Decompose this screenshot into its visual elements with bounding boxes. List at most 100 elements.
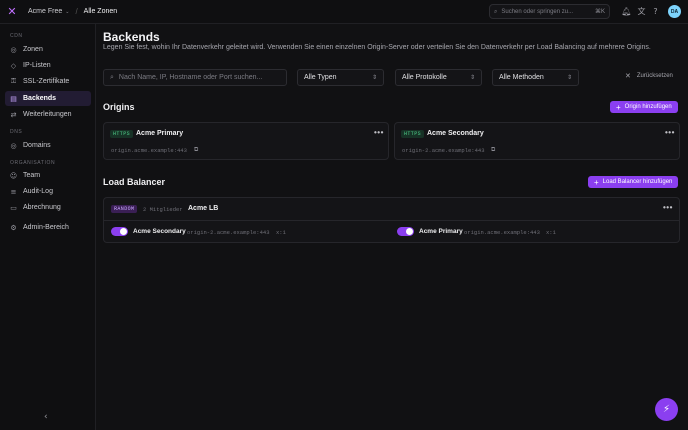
more-options-icon[interactable]: •••	[374, 128, 384, 137]
member-toggle[interactable]	[111, 227, 128, 236]
protocol-badge: HTTPS	[110, 130, 134, 138]
origins-heading: Origins	[103, 102, 135, 112]
sidebar-item-domains[interactable]: ◎ Domains	[5, 138, 91, 153]
reset-filters-button[interactable]: ✕ Zurücksetzen	[625, 72, 673, 80]
protocol-select-value: Alle Protokolle	[402, 74, 447, 81]
sidebar-item-label: Domains	[23, 142, 51, 149]
member-name: Acme Secondary	[133, 228, 186, 235]
copy-icon[interactable]: ⧉	[491, 146, 495, 154]
logo-icon[interactable]: ✕	[0, 0, 24, 24]
load-balancer-heading: Load Balancer	[103, 177, 166, 187]
method-badge: RANDOM	[111, 205, 138, 213]
sidebar-item-label: Audit-Log	[23, 188, 53, 195]
plus-icon: +	[616, 102, 621, 112]
search-input-placeholder: Nach Name, IP, Hostname oder Port suchen…	[118, 74, 263, 81]
search-icon: ⌕	[110, 73, 114, 81]
plus-icon: +	[594, 177, 599, 187]
sidebar-item-label: Team	[23, 172, 41, 179]
origin-card[interactable]: HTTPS Acme Secondary ••• origin-2.acme.e…	[394, 122, 680, 160]
sidebar-item-admin[interactable]: ⚙ Admin-Bereich	[5, 220, 91, 235]
bell-icon[interactable]: 🔔︎	[621, 6, 632, 17]
sidebar-item-label: Weiterleitungen	[23, 111, 72, 118]
avatar[interactable]: DA	[668, 5, 681, 18]
chevron-updown-icon: ⇕	[371, 74, 377, 81]
member-weight: x:1	[276, 229, 286, 236]
divider	[104, 220, 679, 221]
chevron-down-icon: ⌄	[65, 8, 70, 15]
method-select-value: Alle Methoden	[499, 74, 544, 81]
method-select[interactable]: Alle Methoden ⇕	[492, 69, 579, 86]
add-load-balancer-label: Load Balancer hinzufügen	[602, 179, 673, 185]
page-title: Backends	[103, 30, 160, 44]
page-description: Legen Sie fest, wohin Ihr Datenverkehr g…	[103, 44, 651, 51]
member-count: 2 Mitglieder	[143, 206, 183, 213]
add-origin-label: Origin hinzufügen	[624, 104, 672, 110]
chevron-updown-icon: ⇕	[469, 74, 475, 81]
translate-icon[interactable]: 文	[636, 6, 647, 17]
search-shortcut: ⌘K	[594, 9, 605, 15]
sidebar-item-zonen[interactable]: ◎ Zonen	[5, 42, 91, 57]
member-weight: x:1	[546, 229, 556, 236]
close-icon: ✕	[625, 72, 631, 80]
global-search-placeholder: Suchen oder springen zu...	[501, 8, 574, 15]
member-address: origin-2.acme.example:443	[187, 229, 270, 236]
shield-icon: ◇	[10, 61, 17, 70]
member-name: Acme Primary	[419, 228, 463, 235]
search-icon: ⌕	[494, 7, 498, 15]
add-load-balancer-button[interactable]: + Load Balancer hinzufügen	[588, 176, 679, 188]
admin-icon: ⚙	[10, 223, 17, 232]
reset-label: Zurücksetzen	[636, 73, 673, 79]
origin-address: origin.acme.example:443	[111, 147, 187, 154]
origin-address: origin-2.acme.example:443	[402, 147, 485, 154]
sidebar-section-cdn: CDN	[10, 33, 23, 39]
sidebar-item-label: Admin-Bereich	[23, 224, 69, 231]
sidebar: CDN ◎ Zonen ◇ IP-Listen ⚿ SSL-Zertifikat…	[0, 24, 96, 430]
lock-icon: ⚿	[10, 77, 17, 85]
workspace-name: Acme Free	[28, 8, 63, 15]
users-icon: ☺	[9, 171, 18, 180]
copy-icon[interactable]: ⧉	[194, 146, 198, 154]
help-icon[interactable]: ?	[650, 6, 661, 17]
member-toggle[interactable]	[397, 227, 414, 236]
chevron-updown-icon: ⇕	[566, 74, 572, 81]
sidebar-item-label: Abrechnung	[23, 204, 61, 211]
card-icon: ▭	[10, 203, 17, 212]
sidebar-item-label: Backends	[23, 95, 57, 102]
sidebar-item-audit-log[interactable]: ≡ Audit-Log	[5, 184, 91, 199]
main-content: Backends Legen Sie fest, wohin Ihr Daten…	[97, 24, 688, 430]
sidebar-item-label: IP-Listen	[23, 62, 51, 69]
load-balancer-card[interactable]: RANDOM 2 Mitglieder Acme LB ••• Acme Sec…	[103, 197, 680, 243]
origin-name: Acme Secondary	[427, 130, 484, 137]
workspace-switcher[interactable]: Acme Free ⌄	[28, 8, 69, 15]
toggle-knob	[120, 228, 127, 235]
origin-card[interactable]: HTTPS Acme Primary ••• origin.acme.examp…	[103, 122, 389, 160]
redirect-icon: ⇄	[10, 110, 17, 119]
load-balancer-name: Acme LB	[188, 205, 219, 212]
search-input[interactable]: ⌕ Nach Name, IP, Hostname oder Port such…	[103, 69, 287, 86]
sidebar-item-backends[interactable]: ▤ Backends	[5, 91, 91, 106]
globe-icon: ◎	[10, 45, 17, 54]
sidebar-item-team[interactable]: ☺ Team	[5, 168, 91, 183]
origin-name: Acme Primary	[136, 130, 184, 137]
type-select-value: Alle Typen	[304, 74, 337, 81]
type-select[interactable]: Alle Typen ⇕	[297, 69, 384, 86]
sidebar-item-ip-listen[interactable]: ◇ IP-Listen	[5, 58, 91, 73]
sidebar-item-weiterleitungen[interactable]: ⇄ Weiterleitungen	[5, 107, 91, 122]
sidebar-item-label: SSL-Zertifikate	[23, 78, 70, 85]
member-address: origin.acme.example:443	[464, 229, 540, 236]
quick-action-button[interactable]: ⚡	[655, 398, 678, 421]
list-icon: ≡	[10, 187, 17, 196]
more-options-icon[interactable]: •••	[663, 203, 673, 212]
sidebar-item-ssl[interactable]: ⚿ SSL-Zertifikate	[5, 74, 91, 89]
breadcrumb-zones[interactable]: Alle Zonen	[84, 8, 117, 15]
add-origin-button[interactable]: + Origin hinzufügen	[610, 101, 678, 113]
more-options-icon[interactable]: •••	[665, 128, 675, 137]
global-search[interactable]: ⌕ Suchen oder springen zu... ⌘K	[489, 4, 610, 19]
sidebar-item-abrechnung[interactable]: ▭ Abrechnung	[5, 200, 91, 215]
sidebar-section-dns: DNS	[10, 129, 23, 135]
collapse-sidebar-icon[interactable]: ‹	[44, 412, 48, 422]
breadcrumb-separator: /	[75, 7, 78, 16]
protocol-badge: HTTPS	[401, 130, 425, 138]
protocol-select[interactable]: Alle Protokolle ⇕	[395, 69, 482, 86]
server-icon: ▤	[10, 94, 17, 103]
